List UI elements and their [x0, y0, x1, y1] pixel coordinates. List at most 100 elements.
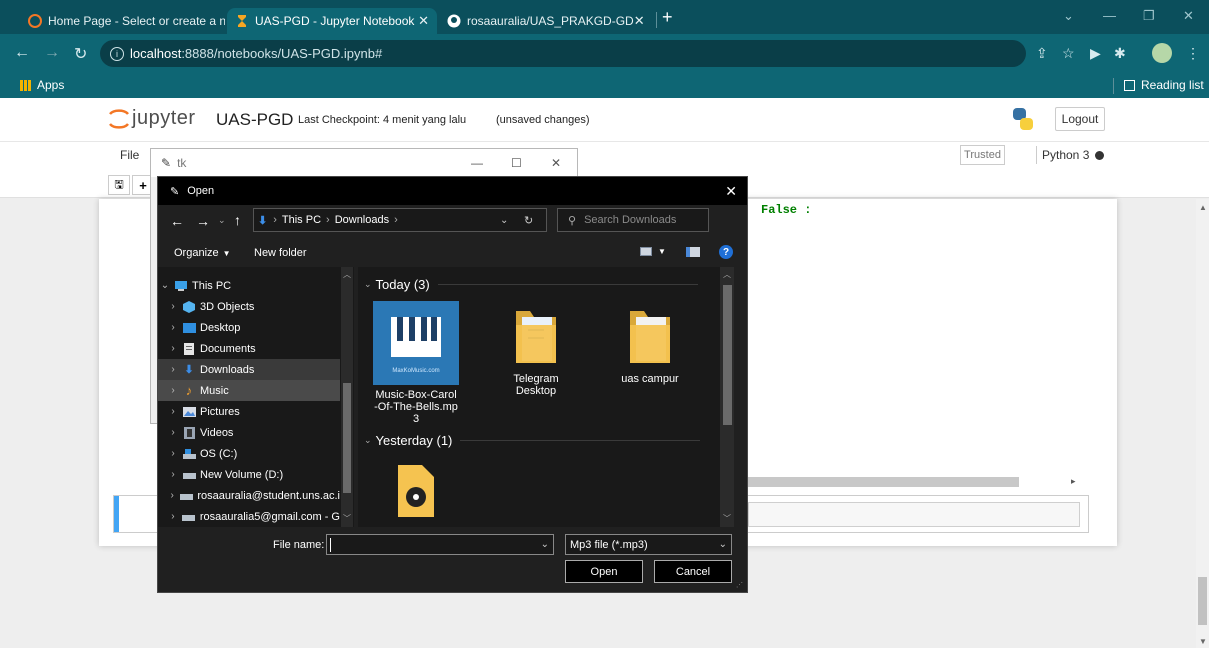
tab-home-page[interactable]: Home Page - Select or create a n ✕	[20, 8, 225, 34]
tree-item-3d-objects[interactable]: › 3D Objects	[158, 296, 340, 317]
scrollbar-thumb[interactable]	[723, 285, 732, 425]
forward-icon[interactable]: →	[44, 44, 60, 62]
tree-item-documents[interactable]: › Documents	[158, 338, 340, 359]
breadcrumb-separator: ›	[273, 214, 277, 226]
group-header-yesterday[interactable]: ⌄ Yesterday (1)	[364, 433, 701, 448]
pictures-icon	[182, 406, 196, 418]
reading-list-button[interactable]: Reading list	[1124, 78, 1204, 92]
tree-item-new-volume-d[interactable]: › New Volume (D:)	[158, 464, 340, 485]
close-icon[interactable]: ✕	[725, 183, 737, 200]
scroll-down-icon[interactable]: ▼	[1199, 637, 1207, 646]
file-type-select[interactable]: Mp3 file (*.mp3) ⌄	[565, 534, 732, 555]
view-options-icon[interactable]	[640, 247, 652, 256]
cell-selection-bar	[114, 496, 119, 532]
content-scrollbar[interactable]: ︿ ﹀	[720, 267, 734, 527]
bookmark-apps[interactable]: Apps	[20, 78, 64, 92]
tree-item-music[interactable]: › ♪ Music	[158, 380, 340, 401]
scroll-up-icon[interactable]: ︿	[723, 269, 731, 280]
breadcrumb-this-pc[interactable]: This PC	[282, 214, 321, 226]
tree-item-pictures[interactable]: › Pictures	[158, 401, 340, 422]
more-icon[interactable]: ⋮	[1186, 45, 1200, 62]
minimize-icon[interactable]: —	[1103, 8, 1116, 23]
organize-button[interactable]: Organize ▼	[174, 247, 231, 259]
chevron-right-icon: ›	[171, 448, 175, 459]
scrollbar-thumb[interactable]	[343, 383, 351, 493]
breadcrumb[interactable]: ⬇ › This PC › Downloads › ⌄ ↻	[253, 208, 547, 232]
restore-icon[interactable]: ❐	[1143, 8, 1155, 24]
open-button[interactable]: Open	[565, 560, 643, 583]
up-icon[interactable]: ↑	[234, 212, 241, 228]
file-name-input[interactable]: ⌄	[326, 534, 554, 555]
scrollbar-thumb[interactable]	[1198, 577, 1207, 625]
share-icon[interactable]: ⇪	[1036, 45, 1048, 62]
url-path: :8888/notebooks/UAS-PGD.ipynb#	[181, 46, 383, 61]
resize-grip-icon[interactable]: ⋰	[736, 581, 743, 589]
tree-item-network-drive-2[interactable]: › rosaauralia5@gmail.com - G	[158, 506, 340, 527]
group-header-today[interactable]: ⌄ Today (3)	[364, 277, 698, 292]
file-item-yesterday[interactable]	[366, 461, 466, 527]
scroll-down-icon[interactable]: ﹀	[343, 513, 351, 524]
refresh-icon[interactable]: ↻	[524, 214, 533, 227]
folder-item-telegram-desktop[interactable]: Telegram Desktop	[486, 307, 586, 397]
notebook-name[interactable]: UAS-PGD	[216, 110, 293, 130]
music-icon: ♪	[185, 383, 193, 398]
tree-item-os-c[interactable]: › OS (C:)	[158, 443, 340, 464]
search-input[interactable]: ⚲ Search Downloads	[557, 208, 709, 232]
recent-chevron-icon[interactable]: ⌄	[218, 215, 226, 226]
back-icon[interactable]: ←	[170, 213, 184, 229]
tab-github[interactable]: rosaauralia/UAS_PRAKGD-GD ✕	[439, 8, 651, 34]
close-icon[interactable]: ✕	[634, 13, 645, 29]
tree-item-videos[interactable]: › Videos	[158, 422, 340, 443]
tree-scrollbar[interactable]: ︿ ﹀	[341, 267, 353, 527]
star-icon[interactable]: ☆	[1062, 45, 1075, 62]
chevron-down-icon[interactable]: ⌄	[719, 539, 727, 550]
menu-file[interactable]: File	[120, 148, 139, 162]
save-icon[interactable]: 🖫	[108, 175, 130, 195]
file-item-music-box-carol[interactable]: MaxKoMusic.com Music-Box-Carol -Of-The-B…	[366, 301, 466, 425]
breadcrumb-downloads[interactable]: Downloads	[335, 214, 389, 226]
chevron-down-icon[interactable]: ▼	[658, 247, 666, 256]
cell-input-area[interactable]	[748, 502, 1080, 527]
tree-label: Desktop	[200, 321, 241, 334]
file-type-value: Mp3 file (*.mp3)	[570, 538, 648, 551]
minimize-icon[interactable]: —	[471, 156, 483, 170]
maximize-icon[interactable]: ☐	[511, 156, 522, 170]
new-tab-button[interactable]: +	[662, 7, 673, 28]
tree-item-desktop[interactable]: › Desktop	[158, 317, 340, 338]
forward-icon[interactable]: →	[196, 213, 210, 229]
logout-button[interactable]: Logout	[1055, 107, 1105, 131]
group-label: Today (3)	[375, 277, 430, 292]
chevron-down-icon: ▼	[222, 248, 231, 258]
file-name-label: File name:	[273, 539, 325, 551]
help-icon[interactable]: ?	[719, 245, 733, 259]
scroll-up-icon[interactable]: ▲	[1199, 203, 1207, 212]
close-icon[interactable]: ✕	[418, 13, 429, 29]
tree-item-network-drive-1[interactable]: › rosaauralia@student.uns.ac.i	[158, 485, 341, 506]
scroll-right-icon[interactable]: ▸	[1071, 476, 1076, 487]
puzzle-icon[interactable]: ✱	[1114, 45, 1126, 62]
checkpoint-status: Last Checkpoint: 4 menit yang lalu	[298, 114, 467, 126]
horizontal-scrollbar[interactable]	[719, 477, 1019, 487]
chevron-down-icon[interactable]: ⌄	[541, 539, 549, 550]
trusted-indicator[interactable]: Trusted	[960, 145, 1005, 165]
tab-uas-pgd[interactable]: UAS-PGD - Jupyter Notebook ✕	[227, 8, 437, 34]
tree-item-this-pc[interactable]: ⌄ This PC	[158, 275, 340, 296]
new-folder-button[interactable]: New folder	[254, 247, 307, 259]
page-scrollbar[interactable]: ▲ ▼	[1196, 199, 1209, 648]
cursor-extension-icon[interactable]: ▶	[1090, 45, 1101, 62]
preview-pane-icon[interactable]	[686, 247, 700, 257]
url-field[interactable]: i localhost:8888/notebooks/UAS-PGD.ipynb…	[100, 40, 1026, 67]
chevron-down-icon[interactable]: ⌄	[500, 215, 508, 226]
avatar[interactable]	[1152, 43, 1172, 63]
chevron-down-icon[interactable]: ⌄	[1063, 8, 1074, 24]
close-icon[interactable]: ✕	[1183, 8, 1194, 24]
close-icon[interactable]: ✕	[551, 156, 561, 170]
scroll-down-icon[interactable]: ﹀	[723, 513, 731, 524]
scroll-up-icon[interactable]: ︿	[343, 269, 351, 280]
cancel-button[interactable]: Cancel	[654, 560, 732, 583]
feather-icon: ✎	[161, 156, 172, 170]
folder-item-uas-campur[interactable]: uas campur	[600, 307, 700, 385]
back-icon[interactable]: ←	[14, 44, 30, 62]
reload-icon[interactable]: ↻	[74, 44, 87, 64]
tree-item-downloads[interactable]: › ⬇ Downloads	[158, 359, 340, 380]
